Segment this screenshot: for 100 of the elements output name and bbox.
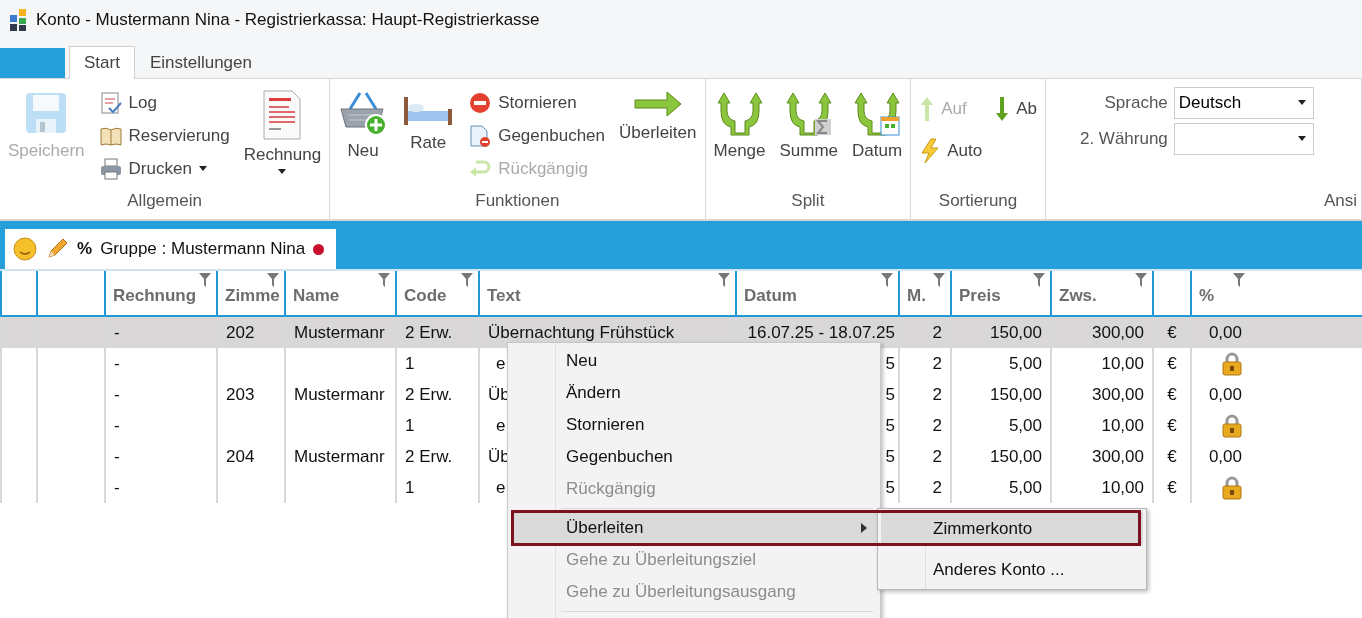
filter-icon[interactable] bbox=[933, 273, 945, 287]
ribbon-button[interactable]: Rate bbox=[398, 85, 459, 157]
dropdown-field[interactable]: Deutsch bbox=[1173, 87, 1314, 119]
field-label: 2. Währung bbox=[1079, 129, 1168, 149]
column-header[interactable]: Datum bbox=[735, 271, 898, 315]
filter-icon[interactable] bbox=[461, 273, 473, 287]
padlock-icon bbox=[1222, 475, 1242, 500]
table-cell: 5 bbox=[885, 477, 895, 498]
ribbon-button[interactable]: Log bbox=[94, 87, 234, 119]
table-cell: 10,00 bbox=[1101, 477, 1144, 498]
caret-icon bbox=[197, 166, 208, 172]
column-header[interactable]: M. bbox=[898, 271, 950, 315]
table-cell: 150,00 bbox=[990, 446, 1042, 467]
menu-item[interactable]: Überleiten bbox=[511, 512, 877, 544]
table-cell: 10,00 bbox=[1101, 353, 1144, 374]
ribbon-button[interactable]: Datum bbox=[848, 85, 907, 165]
column-header[interactable]: Zimme bbox=[216, 271, 284, 315]
filter-icon[interactable] bbox=[718, 273, 730, 287]
group-label: Funktionen bbox=[474, 190, 561, 212]
table-cell: 300,00 bbox=[1092, 446, 1144, 467]
table-cell: 5 bbox=[885, 353, 895, 374]
smiley-icon bbox=[13, 237, 37, 261]
ribbon-button[interactable]: Rechnung bbox=[239, 85, 326, 179]
table-cell: € bbox=[1167, 353, 1177, 374]
column-header[interactable]: Preis bbox=[950, 271, 1050, 315]
ribbon-tab[interactable]: Einstellungen bbox=[134, 46, 267, 79]
column-header[interactable]: Name bbox=[284, 271, 395, 315]
ribbon-button[interactable]: Auto bbox=[915, 135, 987, 167]
ribbon-button[interactable]: Summe bbox=[775, 85, 843, 165]
percent-symbol: % bbox=[77, 239, 93, 259]
table-cell: 5,00 bbox=[1008, 353, 1042, 374]
table-cell: e bbox=[496, 415, 506, 436]
down-arrow-icon bbox=[994, 95, 1011, 123]
table-cell: - bbox=[114, 353, 120, 374]
right-arrow-icon bbox=[632, 89, 683, 119]
padlock-icon bbox=[1222, 413, 1242, 438]
menu-item[interactable]: Ändern bbox=[511, 377, 877, 409]
filter-icon[interactable] bbox=[881, 273, 893, 287]
document-tab[interactable]: % Gruppe : Mustermann Nina bbox=[5, 229, 337, 269]
table-cell: 1 bbox=[405, 477, 415, 498]
ribbon-tab[interactable]: Start bbox=[69, 46, 135, 79]
ribbon-button[interactable]: Drucken bbox=[94, 153, 234, 185]
table-cell: 2 bbox=[932, 353, 942, 374]
column-header[interactable]: Text bbox=[478, 271, 735, 315]
table-cell: 0,00 bbox=[1208, 322, 1242, 343]
field-label: Sprache bbox=[1103, 93, 1168, 113]
table-cell: 204 bbox=[226, 446, 255, 467]
table-cell: 2 bbox=[932, 477, 942, 498]
ribbon-button[interactable]: Ab bbox=[990, 93, 1041, 125]
column-header[interactable]: Code bbox=[395, 271, 478, 315]
table-cell: 1 bbox=[405, 353, 415, 374]
printer-icon bbox=[98, 157, 123, 181]
table-cell: 5 bbox=[885, 415, 895, 436]
table-cell: 203 bbox=[226, 384, 255, 405]
checked-document-icon bbox=[98, 91, 123, 115]
table-cell: 5 bbox=[885, 384, 895, 405]
ribbon-button[interactable]: Gegenbuchen bbox=[464, 120, 609, 152]
table-cell: 2 Erw. bbox=[405, 446, 453, 467]
ribbon-button[interactable]: Menge bbox=[709, 85, 770, 165]
ribbon-button[interactable]: Überleiten bbox=[615, 85, 701, 147]
table-cell: 300,00 bbox=[1092, 322, 1144, 343]
table-cell: Mustermanr bbox=[294, 384, 385, 405]
ribbon-button[interactable]: Stornieren bbox=[464, 87, 609, 119]
table-cell: 300,00 bbox=[1092, 384, 1144, 405]
column-header[interactable]: % bbox=[1190, 271, 1250, 315]
menu-item[interactable]: Anderes Konto ... bbox=[881, 553, 1143, 586]
filter-icon[interactable] bbox=[199, 273, 211, 287]
filter-icon[interactable] bbox=[267, 273, 279, 287]
up-arrow-icon bbox=[919, 95, 936, 123]
table-cell: 10,00 bbox=[1101, 415, 1144, 436]
menu-item[interactable]: Stornieren bbox=[511, 409, 877, 441]
column-header[interactable]: Zws. bbox=[1050, 271, 1152, 315]
filter-icon[interactable] bbox=[378, 273, 390, 287]
table-cell: e bbox=[496, 353, 506, 374]
table-cell: - bbox=[114, 415, 120, 436]
table-cell: Mustermanr bbox=[294, 446, 385, 467]
menu-item[interactable]: Neu bbox=[511, 345, 877, 377]
pencil-icon bbox=[45, 237, 69, 261]
table-cell: € bbox=[1167, 384, 1177, 405]
table-cell: € bbox=[1167, 415, 1177, 436]
table-cell: 5,00 bbox=[1008, 415, 1042, 436]
dropdown-field[interactable] bbox=[1173, 123, 1314, 155]
filter-icon[interactable] bbox=[1135, 273, 1147, 287]
table-cell: - bbox=[114, 477, 120, 498]
table-cell: € bbox=[1167, 477, 1177, 498]
column-header[interactable]: Rechnung bbox=[104, 271, 216, 315]
table-cell: 2 bbox=[932, 446, 942, 467]
menu-item[interactable]: Gegenbuchen bbox=[511, 441, 877, 473]
ribbon-button[interactable]: Neu bbox=[334, 85, 393, 165]
group-label: Allgemein bbox=[126, 190, 203, 212]
filter-icon[interactable] bbox=[1033, 273, 1045, 287]
table-cell: 202 bbox=[226, 322, 255, 343]
table-cell: - bbox=[114, 322, 120, 343]
table-row[interactable]: - 202 Mustermanr 2 Erw. Übernachtung Frühstück 16.07.25 - 18.07.25 2 150,00 300,00 € 0,00 bbox=[0, 317, 1362, 348]
padlock-icon bbox=[1222, 351, 1242, 376]
ribbon-button[interactable]: Reservierung bbox=[94, 120, 234, 152]
window-title: Konto - Mustermann Nina - Registrierkassa: Haupt-Registrierkasse bbox=[36, 10, 540, 30]
submenu-arrow-icon bbox=[861, 523, 867, 533]
filter-icon[interactable] bbox=[1233, 273, 1245, 287]
table-cell: 0,00 bbox=[1208, 384, 1242, 405]
